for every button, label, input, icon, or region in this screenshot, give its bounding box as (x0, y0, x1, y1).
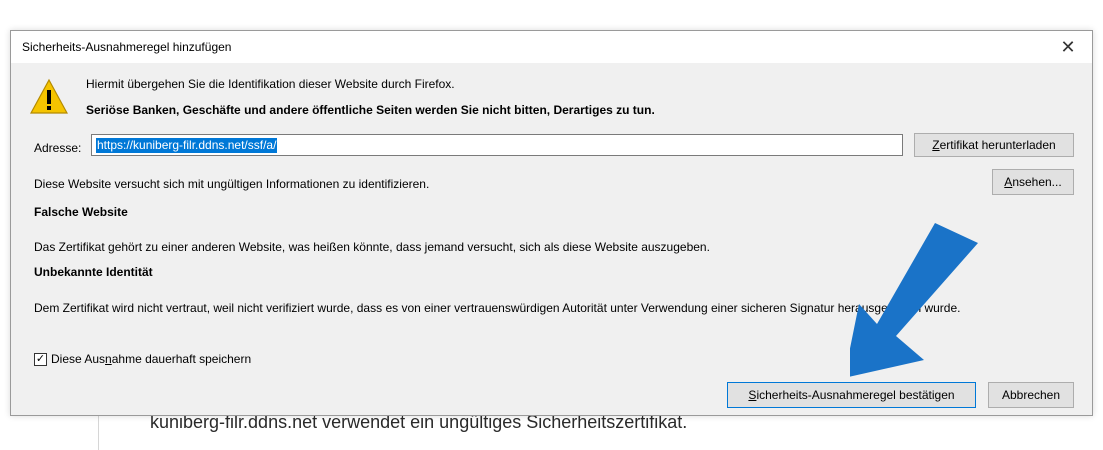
dialog-titlebar: Sicherheits-Ausnahmeregel hinzufügen ✕ (11, 31, 1092, 63)
check-icon: ✓ (35, 353, 46, 365)
close-icon[interactable]: ✕ (1046, 31, 1090, 63)
cancel-button[interactable]: Abbrechen (988, 382, 1074, 408)
permanent-label-post: ahme dauerhaft speichern (111, 352, 252, 366)
status-text: Diese Website versucht sich mit ungültig… (34, 177, 430, 191)
download-certificate-label: ertifikat herunterladen (939, 138, 1056, 152)
download-certificate-button[interactable]: Zertifikat herunterladen (914, 133, 1074, 157)
dialog-title: Sicherheits-Ausnahmeregel hinzufügen (22, 40, 232, 54)
section-wrong-site-title: Falsche Website (34, 205, 128, 219)
security-exception-dialog: Sicherheits-Ausnahmeregel hinzufügen ✕ H… (10, 30, 1093, 416)
download-certificate-hotkey: Z (932, 138, 940, 152)
view-label: nsehen... (1012, 175, 1062, 189)
address-input[interactable]: https://kuniberg-filr.ddns.net/ssf/a/ (91, 134, 903, 156)
confirm-exception-button[interactable]: Sicherheits-Ausnahmeregel bestätigen (727, 382, 976, 408)
warning-triangle-icon (30, 78, 68, 114)
view-hotkey: A (1004, 175, 1013, 189)
permanent-exception-checkbox[interactable]: ✓ (34, 353, 47, 366)
permanent-exception-label[interactable]: Diese Ausnahme dauerhaft speichern (51, 352, 251, 366)
permanent-label-hotkey: n (105, 352, 112, 366)
section-wrong-site-text: Das Zertifikat gehört zu einer anderen W… (34, 240, 710, 254)
view-certificate-button[interactable]: Ansehen... (992, 169, 1074, 195)
address-label: Adresse: (34, 141, 82, 155)
address-value: https://kuniberg-filr.ddns.net/ssf/a/ (96, 138, 278, 153)
warning-text: Seriöse Banken, Geschäfte und andere öff… (86, 103, 655, 117)
intro-text: Hiermit übergehen Sie die Identifikation… (86, 77, 455, 91)
permanent-label-pre: Diese Aus (51, 352, 106, 366)
section-unknown-identity-text: Dem Zertifikat wird nicht vertraut, weil… (34, 301, 961, 315)
confirm-label: icherheits-Ausnahmeregel bestätigen (756, 388, 955, 402)
section-unknown-identity-title: Unbekannte Identität (34, 265, 153, 279)
confirm-hotkey: S (748, 388, 757, 402)
